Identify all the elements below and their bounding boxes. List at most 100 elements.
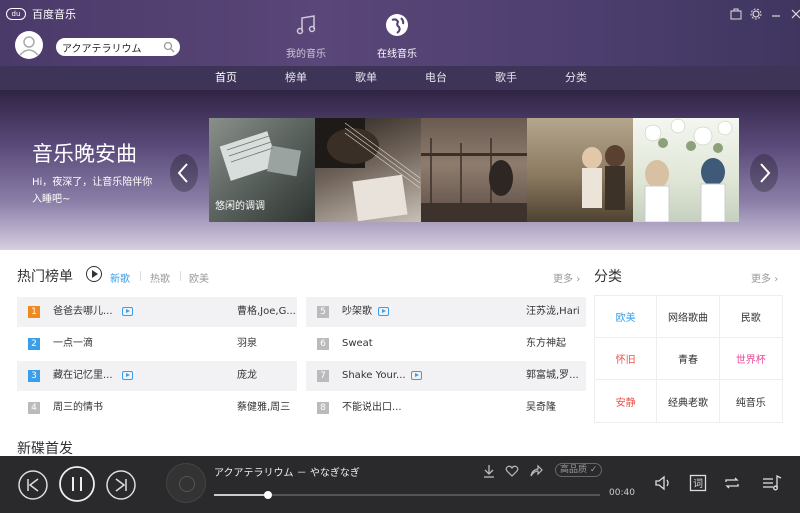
nav-playlists[interactable]: 歌单 — [331, 66, 401, 90]
banner-title: 音乐晚安曲 — [32, 142, 137, 166]
close-icon[interactable] — [790, 8, 800, 20]
song-title[interactable]: 藏在记忆里... — [53, 361, 133, 391]
artist-name[interactable]: 曹格,Joe,G... — [237, 297, 296, 327]
rank-badge: 4 — [28, 402, 40, 414]
mv-icon[interactable] — [122, 307, 133, 316]
repeat-icon[interactable] — [723, 474, 741, 492]
quality-badge[interactable]: 高品质 ✓ — [555, 463, 603, 477]
song-title[interactable]: 爸爸去哪儿... — [53, 297, 133, 327]
baidu-music-logo-icon: du — [6, 8, 26, 20]
previous-track-icon[interactable] — [18, 470, 48, 500]
artist-name[interactable]: 吴奇隆 — [526, 393, 556, 423]
list-item[interactable]: 6 Sweat 东方神起 — [306, 329, 586, 359]
app-title: 百度音乐 — [32, 8, 76, 21]
playback-time: 00:40 — [609, 488, 635, 498]
category-quiet[interactable]: 安静 — [595, 380, 658, 422]
search-box — [56, 38, 180, 56]
rank-badge: 8 — [317, 402, 329, 414]
globe-icon — [386, 14, 408, 36]
download-icon[interactable] — [482, 464, 496, 478]
playlist-icon[interactable] — [762, 474, 782, 492]
next-track-icon[interactable] — [106, 470, 136, 500]
banner-thumb-anime[interactable] — [633, 118, 739, 223]
category-classic-oldies[interactable]: 经典老歌 — [657, 380, 720, 422]
list-item[interactable]: 4 周三的情书 蔡健雅,周三 — [17, 393, 297, 423]
search-input[interactable] — [62, 40, 158, 54]
briefcase-icon[interactable] — [730, 8, 742, 20]
share-icon[interactable] — [529, 464, 543, 478]
check-circle-icon: ✓ — [589, 465, 598, 475]
artist-name[interactable]: 羽泉 — [237, 329, 257, 359]
progress-bar[interactable] — [214, 491, 600, 499]
banner-next-arrow-icon[interactable] — [750, 154, 778, 192]
now-playing-title: アクアテラリウム － やなぎなぎ — [214, 468, 360, 479]
tab-my-music[interactable]: 我的音乐 — [276, 12, 336, 60]
category-nostalgic[interactable]: 怀旧 — [595, 338, 658, 380]
list-item[interactable]: 8 不能说出口... 吴奇隆 — [306, 393, 586, 423]
category-pure-music[interactable]: 纯音乐 — [720, 380, 782, 422]
category-youth[interactable]: 青春 — [657, 338, 720, 380]
artist-name[interactable]: 郭富城,罗... — [526, 361, 579, 391]
nav-artists[interactable]: 歌手 — [471, 66, 541, 90]
subtab-western[interactable]: 欧美 — [189, 270, 209, 285]
volume-icon[interactable] — [654, 474, 672, 492]
minimize-icon[interactable] — [770, 8, 782, 20]
banner-thumb-sheet-music[interactable]: 悠闲的调调 — [209, 118, 315, 222]
hot-more-label: 更多 — [553, 274, 573, 285]
list-item[interactable]: 1 爸爸去哪儿... 曹格,Joe,G... — [17, 297, 297, 327]
hot-more-link[interactable]: 更多 › — [553, 270, 580, 285]
nav-charts[interactable]: 榜单 — [261, 66, 331, 90]
song-title[interactable]: Sweat — [342, 329, 422, 359]
tab-online-music[interactable]: 在线音乐 — [367, 12, 427, 60]
banner-thumb-pier[interactable] — [421, 118, 527, 222]
mv-icon[interactable] — [411, 371, 422, 380]
play-all-icon[interactable] — [86, 266, 102, 282]
artist-name[interactable]: 蔡健雅,周三 — [237, 393, 290, 423]
banner: 音乐晚安曲 Hi，夜深了，让音乐陪伴你入睡吧~ 悠闲的调调 — [0, 90, 800, 250]
category-world-cup[interactable]: 世界杯 — [719, 338, 782, 380]
search-icon[interactable] — [163, 41, 175, 53]
artist-name[interactable]: 东方神起 — [526, 329, 566, 359]
category-internet-songs[interactable]: 网络歌曲 — [657, 296, 720, 338]
rank-badge: 2 — [28, 338, 40, 350]
artist-name[interactable]: 汪苏泷,Hari — [526, 297, 580, 327]
nav-home[interactable]: 首页 — [191, 66, 261, 90]
couple-image — [582, 145, 625, 210]
subtab-hot-songs[interactable]: 热歌 — [150, 270, 170, 285]
rank-badge: 1 — [28, 306, 40, 318]
category-western[interactable]: 欧美 — [595, 296, 658, 338]
pause-icon[interactable] — [59, 466, 95, 502]
song-title[interactable]: 一点一滴 — [53, 329, 133, 359]
artist-name[interactable]: 庞龙 — [237, 361, 257, 391]
banner-thumb-guitar[interactable] — [315, 118, 421, 222]
gear-icon[interactable] — [750, 8, 762, 20]
heart-icon[interactable] — [505, 464, 519, 478]
list-item[interactable]: 3 藏在记忆里... 庞龙 — [17, 361, 297, 391]
banner-thumb-couple[interactable] — [527, 118, 633, 222]
mv-icon[interactable] — [378, 307, 389, 316]
song-title[interactable]: 不能说出口... — [342, 393, 422, 423]
chevron-right-icon: › — [774, 274, 779, 285]
song-title[interactable]: Shake Your... — [342, 361, 422, 391]
categories-more-link[interactable]: 更多 › — [751, 270, 778, 285]
category-folk[interactable]: 民歌 — [719, 296, 782, 338]
list-item[interactable]: 2 一点一滴 羽泉 — [17, 329, 297, 359]
tab-online-music-label: 在线音乐 — [377, 49, 417, 60]
nav-radio[interactable]: 电台 — [401, 66, 471, 90]
mv-icon[interactable] — [122, 371, 133, 380]
main-nav: 首页 榜单 歌单 电台 歌手 分类 — [0, 66, 800, 90]
banner-prev-arrow-icon[interactable] — [170, 154, 198, 192]
avatar[interactable] — [15, 31, 43, 59]
nav-categories[interactable]: 分类 — [541, 66, 611, 90]
list-item[interactable]: 7 Shake Your... 郭富城,罗... — [306, 361, 586, 391]
progress-handle[interactable] — [264, 491, 273, 499]
lyrics-icon[interactable]: 词 — [689, 474, 707, 492]
subtab-new-songs[interactable]: 新歌 — [110, 270, 130, 285]
category-grid: 欧美 网络歌曲 民歌 怀旧 青春 世界杯 安静 经典老歌 纯音乐 — [594, 295, 783, 423]
song-title[interactable]: 周三的情书 — [53, 393, 133, 423]
list-item[interactable]: 5 吵架歌 汪苏泷,Hari — [306, 297, 586, 327]
album-cover-disc[interactable] — [166, 463, 206, 503]
divider — [140, 271, 141, 281]
rank-badge: 7 — [317, 370, 329, 382]
guitar-image — [315, 118, 421, 222]
